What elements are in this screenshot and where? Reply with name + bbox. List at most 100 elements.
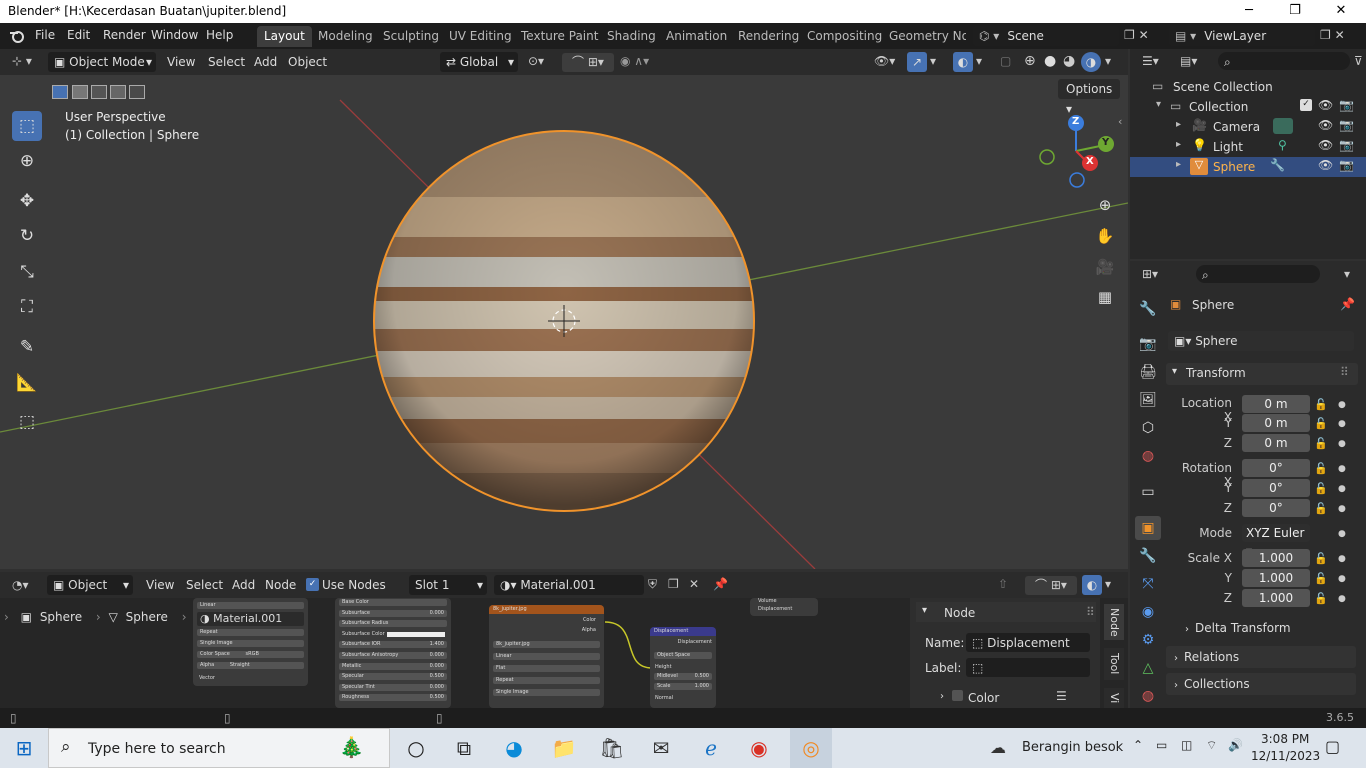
node-editor-canvas[interactable]: › ▣ Sphere › ▽ Sphere › Linear ◑ Materia… [0, 598, 1128, 708]
view-layer-selector[interactable]: ▤ ▾ ViewLayer [1169, 26, 1315, 46]
store-icon[interactable]: 🛍 [598, 734, 626, 762]
options-button[interactable]: Options ▾ [1058, 79, 1120, 116]
lock-icon[interactable]: 🔓 [1314, 437, 1328, 450]
taskbar-search-box[interactable]: ⌕ Type here to search 🎄 [48, 728, 390, 768]
expand-icon[interactable]: ▸ [1176, 119, 1181, 130]
lock-icon[interactable]: 🔓 [1314, 417, 1328, 430]
clock-time[interactable]: 3:08 PM [1261, 732, 1309, 746]
scene-selector[interactable]: ⌬ ▾ Scene [973, 26, 1119, 46]
material-output-node[interactable]: Volume Displacement [750, 598, 818, 616]
light-data-icon[interactable]: ⚲ [1278, 138, 1287, 152]
cursor-tool[interactable]: ⊕ [12, 146, 42, 176]
render-tab-icon[interactable]: 📷 [1135, 332, 1161, 356]
menu-help[interactable]: Help [206, 28, 233, 42]
location-z-field[interactable]: 0 m [1242, 434, 1310, 452]
select-invert-icon[interactable] [110, 85, 126, 99]
bsdf-row[interactable]: Specular 0.500 [339, 673, 447, 681]
tab-geometry-nodes[interactable]: Geometry Noc [882, 26, 966, 47]
keyframe-dot-icon[interactable]: ● [1338, 439, 1346, 449]
material-tab-icon[interactable]: ◍ [1135, 684, 1161, 708]
mode-selector[interactable]: ▣ Object Mode ▾ [48, 52, 156, 72]
shader-type-selector[interactable]: ▣ Object ▾ [47, 575, 133, 595]
delta-transform-subpanel[interactable]: › Delta Transform [1185, 621, 1355, 639]
3d-viewport[interactable]: ⬚ ⊕ ✥ ↻ ⤡ ⛶ ✎ 📐 ⬚ User Perspective (1) C… [0, 75, 1128, 569]
close-button[interactable]: ✕ [1318, 0, 1364, 23]
rotation-z-field[interactable]: 0° [1242, 499, 1310, 517]
outliner-row-sphere[interactable]: ▸ ▽ Sphere 🔧 👁 📷 [1130, 157, 1366, 177]
bsdf-row[interactable]: Roughness 0.500 [339, 694, 447, 702]
collection-checkbox[interactable]: ✓ [1300, 99, 1312, 111]
node-row[interactable]: Single Image [493, 689, 600, 696]
tab-tool[interactable]: Tool [1104, 648, 1124, 680]
node-snap-icon[interactable]: ⌒ ⊞▾ [1025, 576, 1077, 595]
eye-icon[interactable]: 👁 [1318, 158, 1333, 172]
drag-handle-icon[interactable]: ⠿ [1340, 365, 1349, 379]
rotation-y-field[interactable]: 0° [1242, 479, 1310, 497]
camera-data-icon[interactable] [1273, 118, 1293, 134]
relations-panel-header[interactable]: › Relations [1166, 646, 1356, 668]
camera-render-icon[interactable]: 📷 [1339, 98, 1354, 112]
node-menu-view[interactable]: View [146, 578, 174, 592]
eye-icon[interactable]: 👁 [1318, 118, 1333, 132]
ortho-grid-icon[interactable]: ▦ [1091, 284, 1119, 310]
viewport-menu-view[interactable]: View [167, 55, 195, 69]
lock-icon[interactable]: 🔓 [1314, 592, 1328, 605]
xray-icon[interactable]: ▢ [1000, 54, 1011, 68]
rotate-tool[interactable]: ↻ [12, 221, 42, 251]
battery-icon[interactable]: ▭ [1156, 738, 1167, 752]
output-tab-icon[interactable]: 🖨 [1135, 360, 1161, 384]
pin-icon[interactable]: 📌 [1340, 297, 1355, 311]
overlay-toggle-icon[interactable]: ◐ [953, 52, 973, 72]
image-file-row[interactable]: 8k_jupiter.jpg [493, 641, 600, 648]
pivot-icon[interactable]: ⊙▾ [528, 54, 544, 68]
tab-sculpting[interactable]: Sculpting [376, 26, 446, 47]
scale-field[interactable]: Scale 1.000 [654, 683, 712, 690]
windows-start-icon[interactable]: ⊞ [10, 734, 38, 762]
outliner-row-light[interactable]: ▸ 💡 Light ⚲ 👁 📷 [1130, 137, 1366, 157]
zoom-icon[interactable]: ⊕ [1091, 192, 1119, 218]
node-editor-type-icon[interactable]: ◔▾ [12, 578, 29, 592]
shading-dropdown-icon[interactable]: ▾ [1105, 54, 1111, 68]
tab-node[interactable]: Node [1104, 604, 1124, 640]
tab-texture-paint[interactable]: Texture Paint [514, 26, 605, 47]
keyframe-dot-icon[interactable]: ● [1338, 464, 1346, 474]
data-tab-icon[interactable]: △ [1135, 656, 1161, 680]
material-slot-selector[interactable]: Slot 1 ▾ [409, 575, 487, 595]
keyframe-dot-icon[interactable]: ● [1338, 484, 1346, 494]
location-y-field[interactable]: 0 m [1242, 414, 1310, 432]
keyframe-dot-icon[interactable]: ● [1338, 419, 1346, 429]
tool-tab-icon[interactable]: 🔧 [1135, 297, 1161, 321]
volume-icon[interactable]: 🔊 [1228, 738, 1243, 752]
duplicate-material-icon[interactable]: ❐ [668, 577, 679, 591]
node-pin-icon[interactable]: 📌 [713, 577, 728, 591]
list-icon[interactable]: ☰ [1056, 689, 1067, 703]
location-x-field[interactable]: 0 m [1242, 395, 1310, 413]
cortana-icon[interactable]: ○ [402, 734, 430, 762]
node-menu-select[interactable]: Select [186, 578, 223, 592]
menu-render[interactable]: Render [103, 28, 146, 42]
expand-icon[interactable]: › [940, 691, 944, 702]
properties-editor-icon[interactable]: ⊞▾ [1142, 267, 1158, 281]
tray-chevron-icon[interactable]: ⌃ [1133, 738, 1143, 752]
view-layer-tab-icon[interactable]: 🖼 [1135, 388, 1161, 412]
add-cube-tool[interactable]: ⬚ [12, 407, 42, 437]
outliner-row-scene-collection[interactable]: ▭ Scene Collection [1130, 77, 1366, 97]
filter-icon[interactable]: ⊽ [1354, 54, 1363, 68]
snap-icon[interactable]: ⌒ ⊞▾ [562, 53, 614, 72]
keyframe-dot-icon[interactable]: ● [1338, 400, 1346, 410]
node-menu-add[interactable]: Add [232, 578, 255, 592]
viewport-menu-object[interactable]: Object [288, 55, 327, 69]
particles-tab-icon[interactable]: ⤧ [1135, 572, 1161, 596]
outliner-row-camera[interactable]: ▸ 🎥 Camera 👁 📷 [1130, 117, 1366, 137]
tab-animation[interactable]: Animation [659, 26, 734, 47]
outliner-search-input[interactable]: ⌕ [1218, 52, 1350, 70]
node-row[interactable]: Linear [493, 653, 600, 660]
bsdf-row[interactable]: Specular Tint 0.000 [339, 683, 447, 691]
file-explorer-icon[interactable]: 📁 [550, 734, 578, 762]
node-row[interactable]: Alpha Straight [197, 662, 304, 669]
select-subtract-icon[interactable] [91, 85, 107, 99]
keyframe-dot-icon[interactable]: ● [1338, 574, 1346, 584]
collections-panel-header[interactable]: › Collections [1166, 673, 1356, 695]
drag-handle-icon[interactable]: ⠿ [1086, 605, 1095, 619]
measure-tool[interactable]: 📐 [12, 368, 42, 398]
